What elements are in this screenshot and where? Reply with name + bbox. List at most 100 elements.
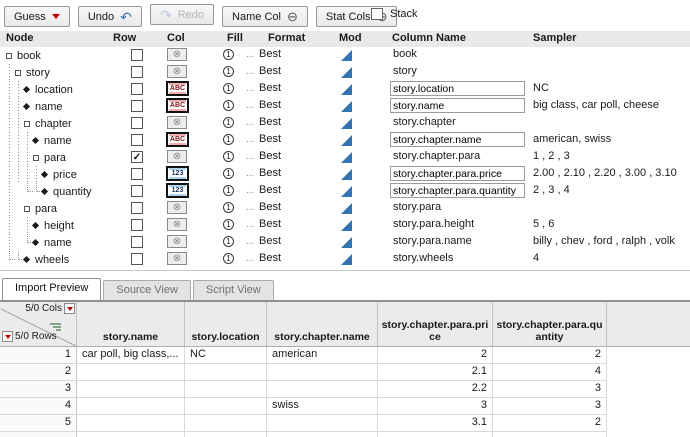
column-character-icon[interactable]: ABC [166,81,189,96]
format-value[interactable]: Best [259,235,281,247]
row-checkbox[interactable] [131,66,143,78]
column-character-icon[interactable]: ABC [166,98,189,113]
format-value[interactable]: Best [259,167,281,179]
fill-icon[interactable]: 1 [223,117,234,128]
guess-button[interactable]: Guess [4,6,70,27]
format-menu-button[interactable]: ... [246,168,254,179]
tab-import-preview[interactable]: Import Preview [2,278,101,300]
column-disabled-icon[interactable]: ⊗ [167,65,187,78]
grid-column-header[interactable]: story.name [77,302,185,346]
rows-menu-button[interactable] [2,331,13,342]
tab-source-view[interactable]: Source View [103,280,191,300]
fill-icon[interactable]: 1 [223,134,234,145]
name-col-button[interactable]: Name Col ⊖ [222,6,308,27]
column-character-icon[interactable]: ABC [166,132,189,147]
column-disabled-icon[interactable]: ⊗ [167,201,187,214]
mod-triangle-icon[interactable] [341,67,352,78]
grid-column-header[interactable]: story.location [185,302,267,346]
node-label[interactable]: quantity [53,186,92,198]
column-disabled-icon[interactable]: ⊗ [167,235,187,248]
row-checkbox[interactable] [131,253,143,265]
column-name-input[interactable] [390,132,525,147]
node-label[interactable]: name [35,101,63,113]
format-menu-button[interactable]: ... [246,83,254,94]
fill-icon[interactable]: 1 [223,83,234,94]
fill-icon[interactable]: 1 [223,66,234,77]
column-disabled-icon[interactable]: ⊗ [167,218,187,231]
node-label[interactable]: price [53,169,77,181]
column-numeric-icon[interactable]: 123 [166,166,189,181]
mod-triangle-icon[interactable] [341,84,352,95]
node-label[interactable]: wheels [35,254,69,266]
format-menu-button[interactable]: ... [246,117,254,128]
row-checkbox[interactable] [131,49,143,61]
column-numeric-icon[interactable]: 123 [166,183,189,198]
format-value[interactable]: Best [259,99,281,111]
format-value[interactable]: Best [259,150,281,162]
column-disabled-icon[interactable]: ⊗ [167,252,187,265]
row-checkbox[interactable] [131,83,143,95]
fill-icon[interactable]: 1 [223,49,234,60]
format-value[interactable]: Best [259,184,281,196]
row-checkbox[interactable] [131,168,143,180]
row-checkbox[interactable] [131,219,143,231]
format-menu-button[interactable]: ... [246,219,254,230]
node-label[interactable]: book [17,50,41,62]
format-value[interactable]: Best [259,116,281,128]
grid-column-header[interactable]: story.chapter.para.price [378,302,493,346]
format-value[interactable]: Best [259,82,281,94]
column-name-input[interactable] [390,166,525,181]
mod-triangle-icon[interactable] [341,101,352,112]
column-name-input[interactable] [390,98,525,113]
expand-box-icon[interactable] [15,70,21,76]
mod-triangle-icon[interactable] [341,203,352,214]
format-menu-button[interactable]: ... [246,100,254,111]
row-checkbox[interactable] [131,117,143,129]
node-label[interactable]: height [44,220,74,232]
mod-triangle-icon[interactable] [341,220,352,231]
node-label[interactable]: chapter [35,118,72,130]
node-label[interactable]: story [26,67,50,79]
format-value[interactable]: Best [259,65,281,77]
column-name-input[interactable] [390,183,525,198]
undo-button[interactable]: Undo ↶ [78,6,142,27]
node-label[interactable]: location [35,84,73,96]
tab-script-view[interactable]: Script View [193,280,274,300]
column-disabled-icon[interactable]: ⊗ [167,116,187,129]
expand-box-icon[interactable] [33,155,39,161]
fill-icon[interactable]: 1 [223,151,234,162]
node-label[interactable]: para [44,152,66,164]
row-checkbox[interactable] [131,134,143,146]
format-value[interactable]: Best [259,48,281,60]
cols-menu-button[interactable] [64,303,75,314]
column-disabled-icon[interactable]: ⊗ [167,150,187,163]
format-menu-button[interactable]: ... [246,253,254,264]
column-name-input[interactable] [390,81,525,96]
format-value[interactable]: Best [259,133,281,145]
format-menu-button[interactable]: ... [246,185,254,196]
mod-triangle-icon[interactable] [341,118,352,129]
expand-box-icon[interactable] [6,53,12,59]
node-label[interactable]: name [44,237,72,249]
fill-icon[interactable]: 1 [223,100,234,111]
row-checkbox[interactable] [131,185,143,197]
column-disabled-icon[interactable]: ⊗ [167,48,187,61]
format-value[interactable]: Best [259,252,281,264]
fill-icon[interactable]: 1 [223,236,234,247]
mod-triangle-icon[interactable] [341,254,352,265]
format-menu-button[interactable]: ... [246,66,254,77]
fill-icon[interactable]: 1 [223,253,234,264]
format-menu-button[interactable]: ... [246,236,254,247]
node-label[interactable]: name [44,135,72,147]
row-checkbox[interactable] [131,100,143,112]
mod-triangle-icon[interactable] [341,152,352,163]
format-menu-button[interactable]: ... [246,49,254,60]
format-menu-button[interactable]: ... [246,134,254,145]
format-value[interactable]: Best [259,201,281,213]
format-menu-button[interactable]: ... [246,151,254,162]
stack-checkbox[interactable] [371,8,383,20]
fill-icon[interactable]: 1 [223,185,234,196]
fill-icon[interactable]: 1 [223,219,234,230]
expand-box-icon[interactable] [24,121,30,127]
row-checkbox[interactable]: ✓ [131,151,143,163]
